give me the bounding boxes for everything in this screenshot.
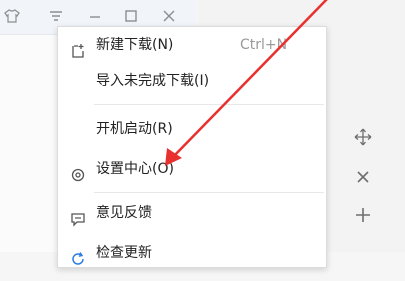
menu-item-new-download[interactable]: 新建下载(N) Ctrl+N bbox=[58, 27, 326, 63]
gear-icon bbox=[70, 161, 86, 182]
menu-item-label: 开机启动(R) bbox=[96, 121, 173, 137]
add-icon[interactable] bbox=[354, 206, 372, 229]
refresh-icon bbox=[70, 245, 86, 265]
menu-item-import-unfinished[interactable]: 导入未完成下载(I) bbox=[58, 63, 326, 99]
menu-item-settings[interactable]: 设置中心(O) bbox=[58, 151, 326, 187]
menu-divider bbox=[94, 104, 324, 105]
skin-icon[interactable] bbox=[4, 8, 20, 29]
menu-item-label: 新建下载(N) bbox=[96, 37, 174, 53]
main-menu-dropdown: 新建下载(N) Ctrl+N 导入未完成下载(I) 开机启动(R) 设置中心(O… bbox=[57, 26, 327, 268]
close-icon[interactable] bbox=[354, 168, 372, 191]
menu-item-feedback[interactable]: 意见反馈 bbox=[58, 195, 326, 231]
feedback-icon bbox=[70, 205, 86, 227]
menu-item-check-update[interactable]: 检查更新 bbox=[58, 235, 326, 271]
menu-item-label: 检查更新 bbox=[96, 245, 152, 261]
menu-item-label: 设置中心(O) bbox=[96, 161, 174, 177]
menu-item-label: 导入未完成下载(I) bbox=[96, 73, 210, 89]
menu-item-label: 意见反馈 bbox=[96, 205, 152, 221]
menu-item-startup-launch[interactable]: 开机启动(R) bbox=[58, 111, 326, 147]
shortcut-label: Ctrl+N bbox=[240, 37, 288, 53]
move-icon[interactable] bbox=[354, 128, 372, 151]
new-download-icon bbox=[70, 37, 86, 58]
menu-divider bbox=[94, 192, 324, 193]
